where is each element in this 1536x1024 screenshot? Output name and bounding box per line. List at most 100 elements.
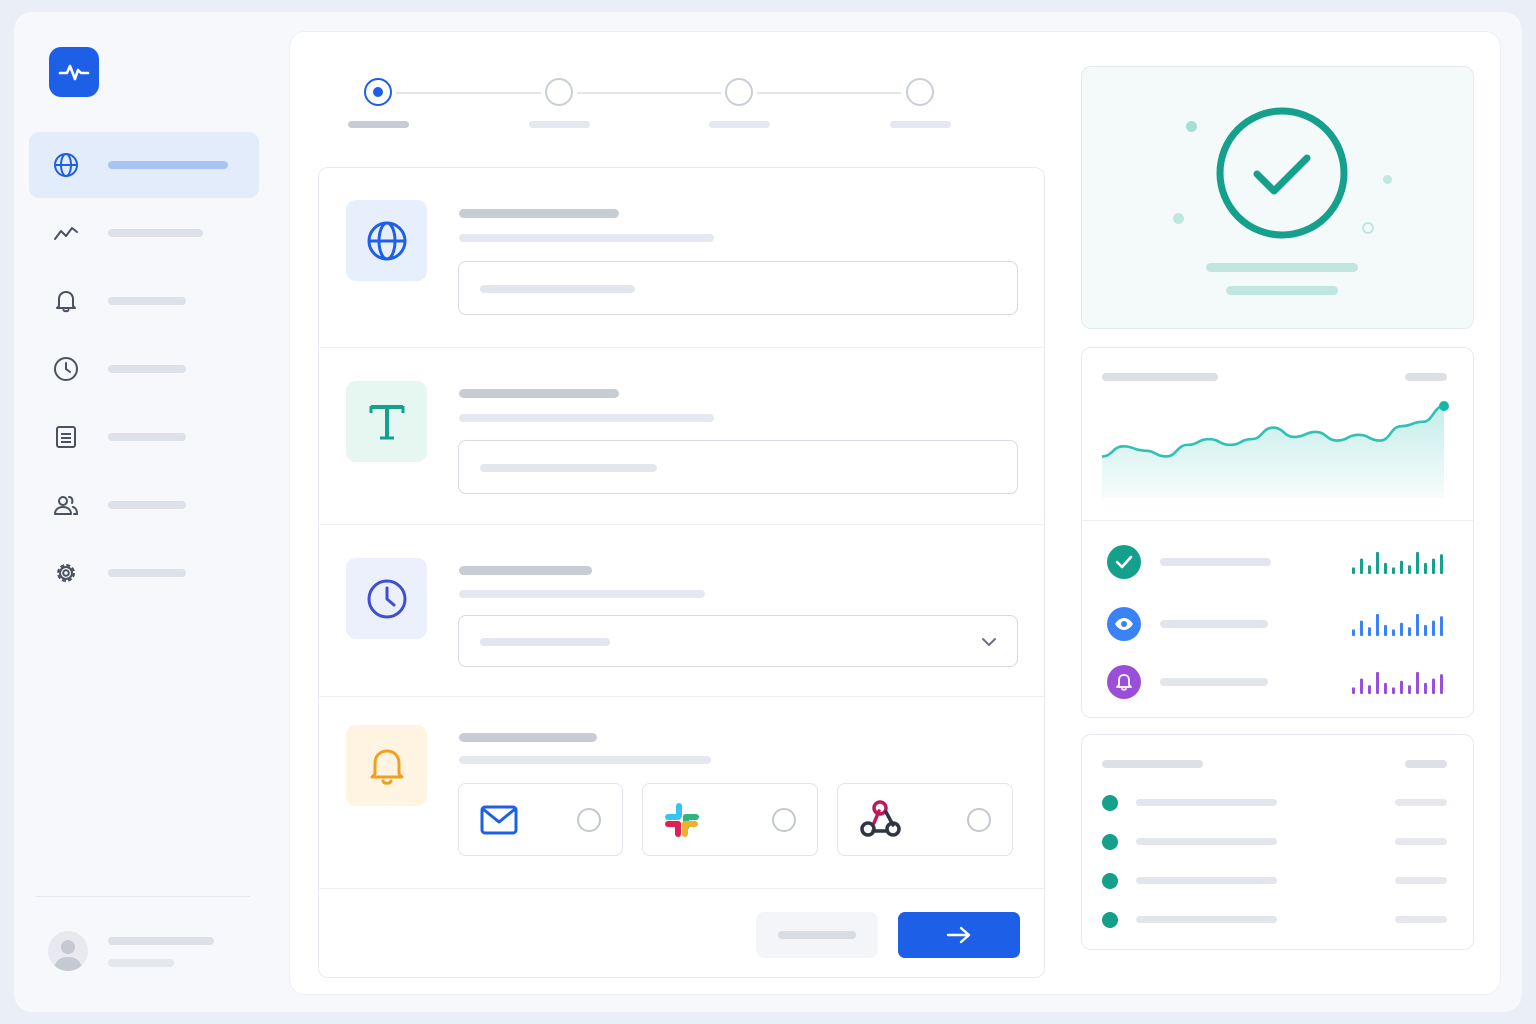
- spark-bar: [1376, 614, 1379, 636]
- sidebar-item-overview[interactable]: [29, 132, 259, 198]
- channel-option-email[interactable]: [458, 783, 623, 856]
- sidebar-item-reports[interactable]: [29, 404, 259, 470]
- stat-icon-up: [1107, 545, 1141, 579]
- interval-select-value: [480, 638, 610, 646]
- step-4[interactable]: [906, 78, 934, 106]
- spark-bar: [1376, 672, 1379, 694]
- stat-icon-views: [1107, 607, 1141, 641]
- app-window: [14, 12, 1522, 1012]
- step-2[interactable]: [545, 78, 573, 106]
- channel-radio-slack[interactable]: [772, 808, 796, 832]
- status-card: [1081, 66, 1474, 329]
- spark-bar: [1368, 565, 1371, 574]
- spark-bar: [1384, 625, 1387, 636]
- bell-icon: [370, 749, 403, 785]
- next-button[interactable]: [898, 912, 1020, 958]
- section-title: [459, 733, 597, 742]
- name-input[interactable]: [458, 440, 1018, 494]
- section-description: [459, 590, 705, 598]
- user-avatar[interactable]: [48, 931, 88, 971]
- list-item-value: [1395, 916, 1447, 923]
- channel-option-webhook[interactable]: [837, 783, 1013, 856]
- channel-option-slack[interactable]: [642, 783, 818, 856]
- monitor-form: [318, 167, 1045, 978]
- section-title: [459, 566, 592, 575]
- user-email: [108, 959, 174, 967]
- sidebar-item-team[interactable]: [29, 472, 259, 538]
- step-3[interactable]: [725, 78, 753, 106]
- stats-divider: [1082, 520, 1473, 521]
- clock-icon: [54, 357, 78, 381]
- sidebar: [14, 12, 270, 1012]
- back-button[interactable]: [756, 912, 878, 958]
- recent-checks-card: [1081, 734, 1474, 950]
- list-item-label: [1136, 838, 1277, 845]
- spark-bar: [1352, 567, 1355, 574]
- app-logo[interactable]: [49, 47, 99, 97]
- spark-bar: [1424, 625, 1427, 636]
- stat-label: [1160, 620, 1268, 628]
- check-circle-icon: [1216, 107, 1348, 239]
- list-item[interactable]: [1082, 830, 1473, 854]
- interval-select[interactable]: [458, 615, 1018, 667]
- list-item[interactable]: [1082, 869, 1473, 893]
- status-dot: [1102, 834, 1118, 850]
- decorative-dot: [1362, 222, 1374, 234]
- user-name: [108, 937, 214, 945]
- sidebar-item-settings[interactable]: [29, 540, 259, 606]
- avatar-icon: [54, 940, 82, 971]
- stats-period: [1405, 373, 1447, 381]
- spark-bar: [1432, 558, 1435, 574]
- status-dot: [1102, 912, 1118, 928]
- stats-title: [1102, 373, 1218, 381]
- spark-bar: [1440, 674, 1443, 694]
- step-connector: [757, 92, 901, 94]
- spark-bar: [1360, 678, 1363, 694]
- sidebar-item-label: [108, 433, 186, 441]
- spark-bar: [1376, 552, 1379, 574]
- spark-bar: [1432, 678, 1435, 694]
- decorative-dot: [1173, 213, 1184, 224]
- list-item[interactable]: [1082, 791, 1473, 815]
- section-description: [459, 234, 714, 242]
- spark-bar: [1368, 685, 1371, 694]
- status-title: [1206, 263, 1358, 272]
- stat-icon-alerts: [1107, 665, 1141, 699]
- back-button-label: [778, 931, 856, 939]
- channel-radio-webhook[interactable]: [967, 808, 991, 832]
- list-item-label: [1136, 916, 1277, 923]
- section-icon: [346, 381, 427, 462]
- status-subtitle: [1226, 286, 1338, 295]
- sidebar-item-label: [108, 569, 186, 577]
- sidebar-item-history[interactable]: [29, 336, 259, 402]
- step-1[interactable]: [364, 78, 392, 106]
- section-description: [459, 756, 711, 764]
- sparkline-up: [1352, 552, 1443, 574]
- stat-label: [1160, 558, 1271, 566]
- name-input-placeholder: [480, 464, 657, 472]
- gear-icon: [57, 564, 75, 582]
- list-item[interactable]: [1082, 908, 1473, 932]
- decorative-dot: [1383, 175, 1392, 184]
- sidebar-item-analytics[interactable]: [29, 200, 259, 266]
- sidebar-item-alerts[interactable]: [29, 268, 259, 334]
- spark-bar: [1360, 620, 1363, 636]
- form-section-name: [319, 348, 1044, 525]
- step-connector: [396, 92, 541, 94]
- check-icon: [1115, 555, 1133, 569]
- chevron-down-icon: [982, 638, 996, 646]
- list-title: [1102, 760, 1203, 768]
- document-icon: [56, 426, 76, 448]
- spark-bar: [1360, 558, 1363, 574]
- spark-bar: [1392, 567, 1395, 574]
- step-2-label: [529, 121, 590, 128]
- section-icon: [346, 200, 427, 281]
- channel-radio-email[interactable]: [577, 808, 601, 832]
- spark-bar: [1440, 554, 1443, 574]
- sidebar-item-label: [108, 297, 186, 305]
- step-1-label: [348, 121, 409, 128]
- url-input[interactable]: [458, 261, 1018, 315]
- eye-icon: [1115, 618, 1133, 630]
- spark-bar: [1400, 560, 1403, 574]
- url-input-placeholder: [480, 285, 635, 293]
